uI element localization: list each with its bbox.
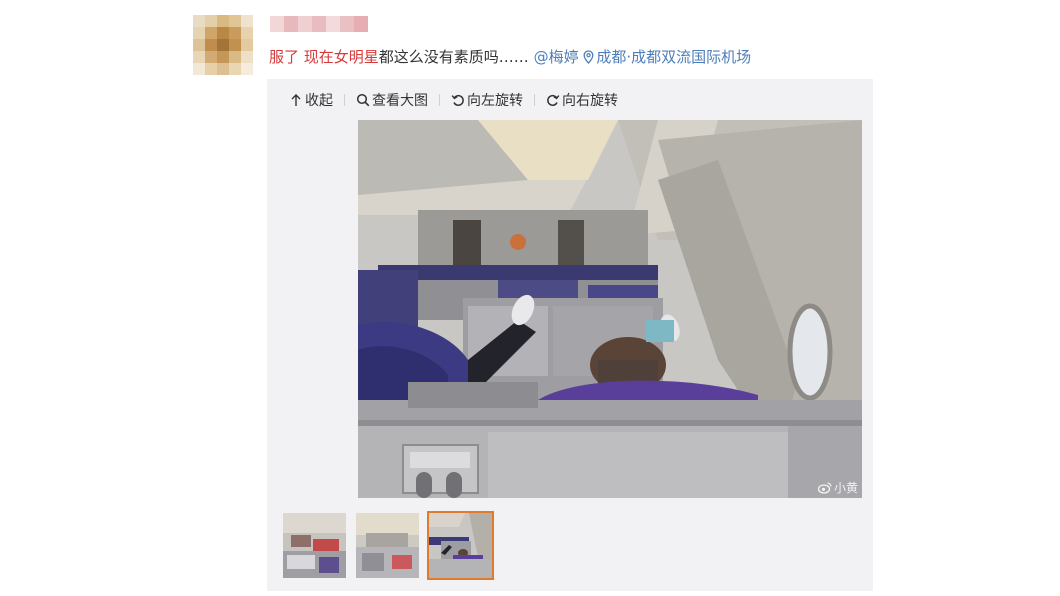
photo-watermark: 小黄 — [817, 479, 858, 496]
toolbar-divider — [344, 94, 345, 106]
image-toolbar: 收起 查看大图 向左旋转 向右旋转 — [289, 89, 618, 111]
thumbnail-1[interactable] — [281, 511, 348, 580]
avatar[interactable] — [193, 15, 253, 77]
thumbnail-strip — [281, 511, 500, 580]
arrow-up-icon — [291, 94, 301, 106]
watermark-text: 小黄 — [833, 481, 858, 495]
location-link[interactable]: 成都·成都双流国际机场 — [583, 48, 751, 66]
main-photo[interactable]: 小黄 — [358, 120, 862, 498]
rotate-right-icon — [547, 94, 560, 106]
pin-icon — [583, 50, 594, 64]
rotate-left-label: 向左旋转 — [467, 93, 523, 109]
collapse-button[interactable]: 收起 — [289, 90, 333, 110]
thumbnail-image — [283, 513, 346, 578]
rotate-right-button[interactable]: 向右旋转 — [546, 90, 618, 110]
post-text-body: 都这么没有素质吗…… — [378, 48, 529, 66]
toolbar-divider — [439, 94, 440, 106]
thumbnail-image — [356, 513, 419, 578]
rotate-right-label: 向右旋转 — [562, 93, 618, 109]
collapse-label: 收起 — [305, 93, 333, 109]
rotate-left-button[interactable]: 向左旋转 — [451, 90, 523, 110]
thumbnail-3-active[interactable] — [427, 511, 494, 580]
view-large-button[interactable]: 查看大图 — [356, 90, 428, 110]
rotate-left-icon — [451, 94, 464, 106]
username-blurred[interactable] — [270, 16, 368, 32]
toolbar-divider — [534, 94, 535, 106]
magnifier-icon — [356, 93, 370, 107]
post-text-highlight: 服了 现在女明星 — [269, 48, 379, 66]
mention-link[interactable]: @梅婷 — [534, 48, 579, 66]
view-large-label: 查看大图 — [372, 93, 428, 109]
thumbnail-2[interactable] — [354, 511, 421, 580]
post-text: 服了 现在女明星都这么没有素质吗…… @梅婷 成都·成都双流国际机场 — [269, 46, 751, 68]
image-panel: 收起 查看大图 向左旋转 向右旋转 小黄 — [267, 79, 873, 591]
cabin-photo-illustration — [358, 120, 862, 498]
location-label: 成都·成都双流国际机场 — [596, 48, 752, 66]
weibo-icon — [817, 482, 832, 494]
thumbnail-image — [429, 513, 492, 578]
